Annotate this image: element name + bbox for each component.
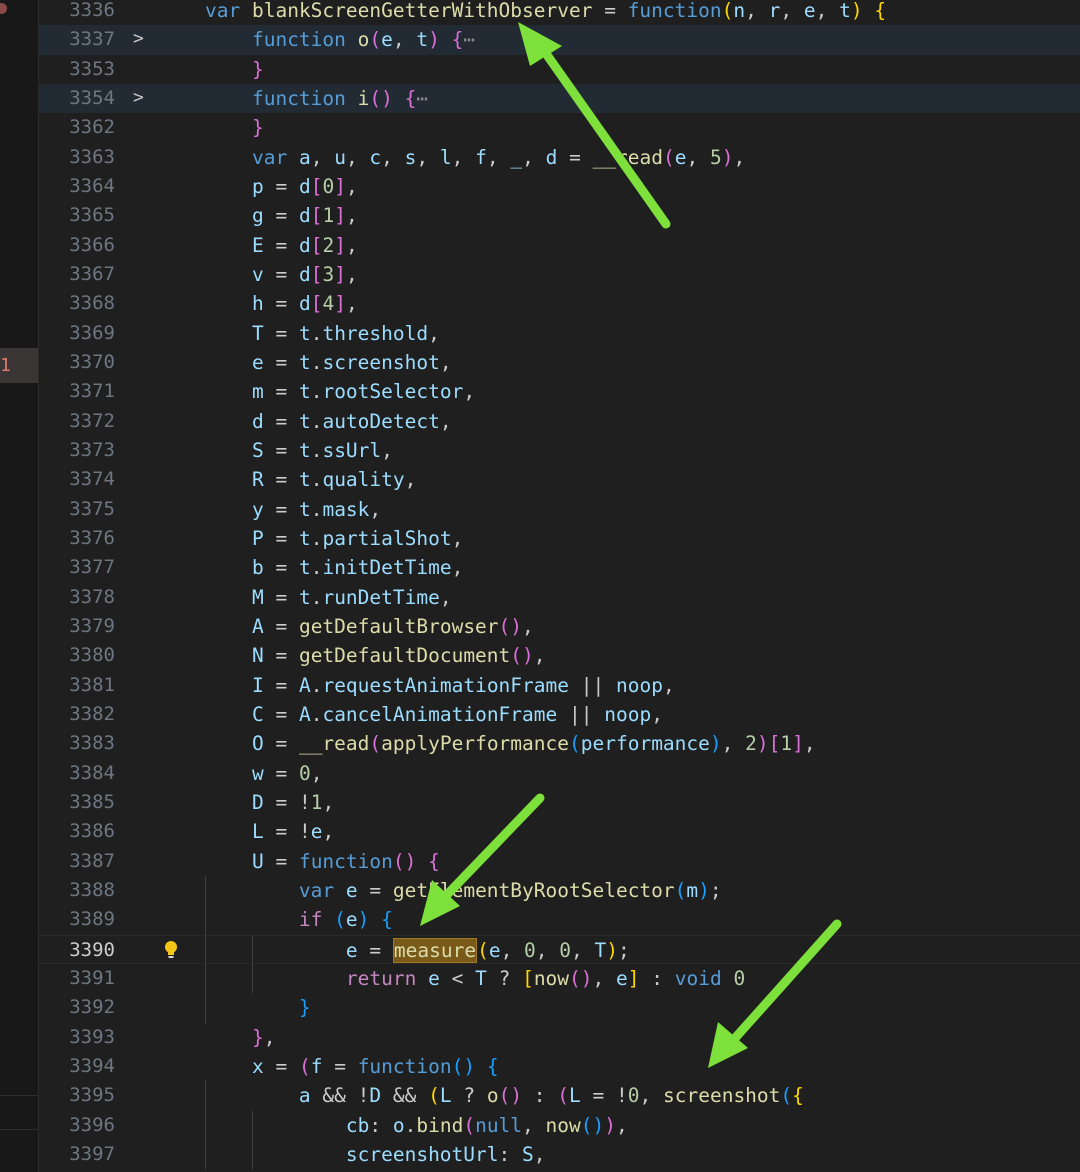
arrow-icon <box>420 793 545 926</box>
arrow-icon <box>518 22 671 229</box>
annotation-arrows <box>420 22 842 1068</box>
arrow-icon <box>708 919 842 1068</box>
